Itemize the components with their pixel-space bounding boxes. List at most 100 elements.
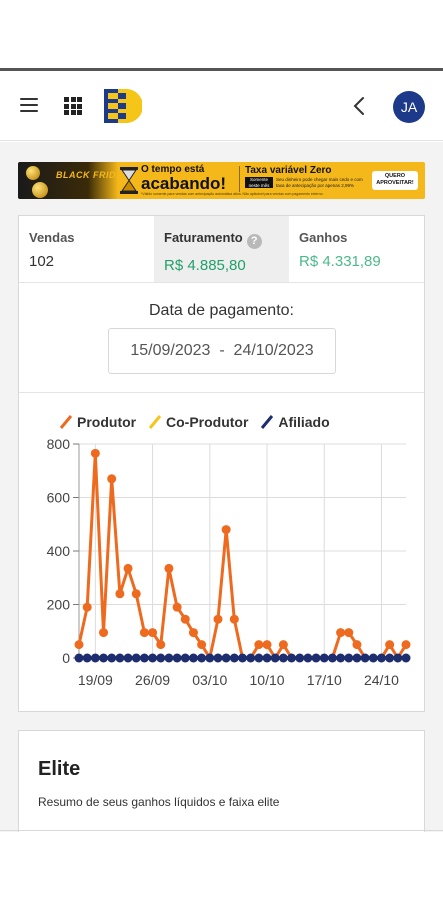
data-point-afiliado	[156, 653, 166, 663]
data-point-produtor	[221, 525, 231, 535]
legend-slash-icon	[59, 415, 73, 429]
banner-chip: Somente neste mês	[245, 177, 273, 188]
tab-faturamento[interactable]: Faturamento? R$ 4.885,80	[154, 216, 289, 282]
banner-rate-title: Taxa variável Zero	[245, 165, 332, 176]
tab-vendas[interactable]: Vendas 102	[19, 216, 154, 282]
legend-label: Produtor	[77, 414, 137, 430]
data-point-afiliado	[188, 653, 198, 663]
elite-title: Elite	[38, 758, 81, 780]
y-tick-label: 200	[47, 597, 71, 613]
data-point-afiliado	[344, 653, 354, 663]
data-point-afiliado	[295, 653, 305, 663]
data-point-afiliado	[278, 653, 288, 663]
banner-cta-button[interactable]: QUERO APROVEITAR!	[372, 171, 418, 190]
legend-label: Co-Produtor	[166, 414, 249, 430]
tab-ganhos[interactable]: Ganhos R$ 4.331,89	[289, 216, 424, 282]
data-point-afiliado	[385, 653, 395, 663]
data-point-afiliado	[99, 653, 109, 663]
data-point-afiliado	[139, 653, 149, 663]
coin-icon	[26, 166, 40, 180]
x-tick-label: 10/10	[250, 672, 285, 688]
tab-label: Ganhos	[299, 230, 348, 245]
user-avatar[interactable]: JA	[393, 91, 425, 123]
data-point-produtor	[74, 640, 84, 650]
help-icon[interactable]: ?	[246, 234, 262, 249]
data-point-produtor	[352, 640, 362, 650]
promo-banner[interactable]: BLACK FRIDAY O tempo está acabando! Taxa…	[18, 162, 425, 199]
data-point-afiliado	[327, 653, 337, 663]
data-point-afiliado	[319, 653, 329, 663]
banner-rate-text: Seu dinheiro pode chegar mais cedo e com…	[276, 177, 363, 188]
hourglass-icon	[120, 167, 138, 194]
data-point-afiliado	[90, 653, 100, 663]
tab-value: 102	[29, 253, 55, 270]
tab-value: R$ 4.885,80	[164, 257, 246, 274]
chart-legend: Produtor Co-Produtor Afiliado	[59, 414, 338, 432]
legend-item-produtor[interactable]: Produtor	[59, 414, 136, 430]
tab-label-text: Faturamento	[164, 230, 243, 245]
data-point-produtor	[188, 628, 198, 638]
x-tick-label: 24/10	[364, 672, 399, 688]
data-point-produtor	[99, 628, 109, 638]
menu-icon[interactable]	[20, 98, 38, 112]
chevron-left-icon[interactable]	[350, 95, 370, 117]
data-point-produtor	[213, 614, 223, 624]
data-point-produtor	[107, 474, 117, 484]
x-tick-label: 03/10	[192, 672, 227, 688]
data-point-afiliado	[401, 653, 411, 663]
tab-value: R$ 4.331,89	[299, 253, 381, 270]
data-point-produtor	[229, 614, 239, 624]
data-point-produtor	[123, 563, 133, 573]
data-point-produtor	[197, 640, 207, 650]
apps-grid-icon[interactable]	[64, 97, 82, 115]
banner-divider	[239, 166, 240, 192]
data-point-afiliado	[352, 653, 362, 663]
revenue-line-chart: 0 200 400 600 800 19/09 26/09 03/10 10/10 17/10 24…	[47, 438, 411, 688]
data-point-produtor	[90, 448, 100, 458]
series-line-produtor	[77, 451, 408, 660]
legend-slash-icon	[261, 415, 274, 429]
x-tick-label: 19/09	[78, 672, 113, 688]
data-point-afiliado	[246, 653, 256, 663]
section-divider	[19, 392, 424, 393]
data-point-produtor	[131, 589, 141, 599]
data-point-afiliado	[148, 653, 158, 663]
data-point-afiliado	[270, 653, 280, 663]
data-point-produtor	[254, 640, 264, 650]
elite-card: Elite Resumo de seus ganhos líquidos e f…	[18, 730, 425, 832]
data-point-produtor	[401, 640, 411, 650]
summary-tabs: Vendas 102 Faturamento? R$ 4.885,80 Ganh…	[19, 216, 424, 283]
data-point-produtor	[336, 628, 346, 638]
data-point-afiliado	[213, 653, 223, 663]
date-range-picker[interactable]: 15/09/2023 - 24/10/2023	[108, 328, 336, 374]
data-point-afiliado	[164, 653, 174, 663]
data-point-produtor	[156, 640, 166, 650]
data-point-produtor	[180, 614, 190, 624]
payment-date-label: Data de pagamento:	[149, 302, 294, 319]
data-point-afiliado	[376, 653, 386, 663]
y-tick-label: 400	[47, 543, 71, 559]
data-point-afiliado	[172, 653, 182, 663]
brand-logo[interactable]	[104, 89, 142, 123]
tab-label: Vendas	[29, 230, 75, 245]
data-point-afiliado	[180, 653, 190, 663]
data-point-produtor	[262, 640, 272, 650]
legend-slash-icon	[148, 415, 162, 429]
data-point-afiliado	[115, 653, 125, 663]
data-point-produtor	[115, 589, 125, 599]
data-point-afiliado	[254, 653, 264, 663]
data-point-produtor	[139, 628, 149, 638]
y-tick-label: 600	[47, 490, 71, 506]
bottom-divider	[0, 830, 443, 831]
y-tick-label: 0	[62, 650, 70, 666]
data-point-afiliado	[368, 653, 378, 663]
data-point-afiliado	[229, 653, 239, 663]
elite-subtitle: Resumo de seus ganhos líquidos e faixa e…	[38, 795, 280, 809]
data-point-afiliado	[131, 653, 141, 663]
data-point-afiliado	[74, 653, 84, 663]
legend-item-afiliado[interactable]: Afiliado	[260, 414, 330, 430]
app-header: JA	[0, 71, 443, 141]
data-point-produtor	[344, 628, 354, 638]
legend-item-co-produtor[interactable]: Co-Produtor	[148, 414, 248, 430]
data-point-afiliado	[360, 653, 370, 663]
